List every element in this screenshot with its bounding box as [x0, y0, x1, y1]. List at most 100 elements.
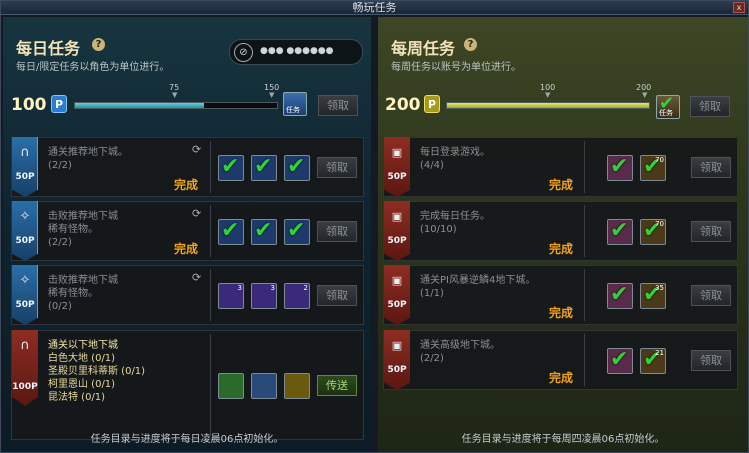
- check-icon: ✔: [610, 347, 629, 372]
- reward-item-icon[interactable]: ✔ 35: [640, 282, 666, 309]
- teleport-button[interactable]: 传送: [317, 375, 357, 396]
- quest-progress: 昆法特 (0/1): [48, 392, 106, 403]
- quest-banner: ▣ 50P: [384, 265, 410, 325]
- daily-help-icon[interactable]: ?: [92, 38, 105, 51]
- daily-mark-150-arrow: ▼: [269, 91, 275, 99]
- reward-item-icon[interactable]: ✔: [607, 347, 633, 374]
- quest-points: 50P: [15, 300, 35, 310]
- quest-points: 50P: [15, 236, 35, 246]
- daily-quest-panel: 每日任务 ? 每日/限定任务以角色为单位进行。 ⊘ ●●● ●●●●●● 100…: [3, 17, 371, 452]
- check-icon: ✔: [610, 282, 629, 307]
- dungeon-icon: ✧: [19, 273, 31, 288]
- reward-item-icon[interactable]: ✔: [218, 154, 244, 181]
- reward-item-icon[interactable]: ✔: [251, 154, 277, 181]
- quest-points: 50P: [387, 365, 407, 375]
- quest-banner: ∩ 100P: [12, 330, 38, 406]
- reward-count: 2: [303, 284, 308, 292]
- window-title: 畅玩任务: [352, 1, 397, 14]
- lock-icon: ⊘: [234, 43, 253, 62]
- reward-count: 70: [655, 220, 664, 228]
- reward-item-icon[interactable]: ✔: [607, 282, 633, 309]
- quest-progress: (2/2): [420, 353, 444, 364]
- reward-item-icon[interactable]: ✔ 70: [640, 154, 666, 181]
- calendar-icon: ▣: [391, 274, 403, 287]
- quest-title: 击败推荐地下城: [48, 211, 118, 222]
- reward-count: 35: [655, 284, 664, 292]
- reward-count: 21: [655, 349, 664, 357]
- daily-points: 100: [11, 95, 47, 115]
- weekly-quest-panel: 每周任务 ? 每周任务以账号为单位进行。 200 P 100 ▼ 200 ▼ ✔…: [378, 17, 748, 452]
- reward-item-icon[interactable]: ✔ 70: [640, 218, 666, 245]
- quest-claim-button[interactable]: 领取: [691, 157, 731, 178]
- quest-title: 击败推荐地下城: [48, 275, 118, 286]
- reward-item-icon[interactable]: ✔: [284, 218, 310, 245]
- daily-quest-card: ✧ 50P 击败推荐地下城 稀有怪物。 (0/2) ⟳ 3 3 2 领取: [11, 265, 364, 325]
- quest-claim-button[interactable]: 领取: [691, 221, 731, 242]
- quest-points: 50P: [387, 236, 407, 246]
- daily-points-badge: P: [51, 95, 67, 113]
- weekly-points: 200: [385, 95, 421, 115]
- quest-title: 每日登录游戏。: [420, 147, 490, 158]
- reward-item-icon[interactable]: ✔: [607, 218, 633, 245]
- scroll-icon[interactable]: 2: [284, 283, 310, 309]
- reward-item-icon[interactable]: ✔: [218, 218, 244, 245]
- calendar-icon: ▣: [391, 210, 403, 223]
- weekly-progress-fill: [447, 103, 649, 108]
- weekly-footer: 任务目录与进度将于每周四凌晨06点初始化。: [461, 434, 665, 445]
- secure-password-box[interactable]: ⊘ ●●● ●●●●●●: [229, 39, 363, 65]
- reward-count: 3: [237, 284, 242, 292]
- quest-progress: 柯里恩山 (0/1): [48, 379, 116, 390]
- quest-progress: (10/10): [420, 224, 457, 235]
- weekly-help-icon[interactable]: ?: [464, 38, 477, 51]
- reward-item-icon[interactable]: ✔ 21: [640, 347, 666, 374]
- daily-mark-75-arrow: ▼: [172, 91, 178, 99]
- quest-progress: (0/2): [48, 301, 72, 312]
- quest-window: 畅玩任务 x 每日任务 ? 每日/限定任务以角色为单位进行。 ⊘ ●●● ●●●…: [0, 0, 749, 453]
- weekly-quest-card: ▣ 50P 通关PI风暴逆鳞4地下城。 (1/1) 完成 ✔ ✔ 35 领取: [383, 265, 738, 325]
- potion-icon[interactable]: 3: [218, 283, 244, 309]
- dungeon-icon: ∩: [20, 338, 30, 353]
- close-button[interactable]: x: [733, 2, 745, 13]
- refresh-icon[interactable]: ⟳: [192, 143, 201, 156]
- weekly-chest-icon[interactable]: ✔ 任务: [656, 93, 680, 119]
- refresh-icon[interactable]: ⟳: [192, 271, 201, 284]
- quest-banner: ✧ 50P: [12, 265, 38, 325]
- check-icon: ✔: [610, 218, 629, 243]
- daily-claim-button[interactable]: 领取: [318, 95, 358, 116]
- weekly-mark-200-arrow: ▼: [642, 91, 648, 99]
- quest-complete-label: 完成: [174, 242, 199, 256]
- quest-complete-label: 完成: [549, 178, 574, 192]
- quest-claim-button[interactable]: 领取: [317, 221, 357, 242]
- check-icon: ✔: [254, 154, 273, 179]
- card-divider: [584, 334, 585, 386]
- quest-complete-label: 完成: [549, 371, 574, 385]
- refresh-icon[interactable]: ⟳: [192, 207, 201, 220]
- reward-item-icon[interactable]: ✔: [284, 154, 310, 181]
- reward-item-icon[interactable]: ✔: [251, 218, 277, 245]
- quest-claim-button[interactable]: 领取: [317, 157, 357, 178]
- quest-complete-label: 完成: [174, 178, 199, 192]
- quest-progress: 稀有怪物。: [48, 288, 98, 299]
- daily-title: 每日任务: [16, 39, 81, 58]
- crystal-icon[interactable]: [251, 373, 277, 399]
- quest-title: 通关PI风暴逆鳞4地下城。: [420, 275, 536, 286]
- bottle-icon[interactable]: [218, 373, 244, 399]
- quest-banner: ∩ 50P: [12, 137, 38, 197]
- daily-chest-icon[interactable]: 任务: [283, 92, 307, 116]
- daily-chest-label: 任务: [286, 106, 300, 114]
- quest-title: 通关以下地下城: [48, 340, 118, 351]
- quest-claim-button[interactable]: 领取: [691, 350, 731, 371]
- box-icon[interactable]: [284, 373, 310, 399]
- window-titlebar[interactable]: 畅玩任务 x: [1, 1, 748, 15]
- quest-complete-label: 完成: [549, 306, 574, 320]
- quest-claim-button[interactable]: 领取: [317, 285, 357, 306]
- reward-item-icon[interactable]: ✔: [607, 154, 633, 181]
- check-icon: ✔: [221, 154, 240, 179]
- check-icon: ✔: [287, 154, 306, 179]
- potion-icon[interactable]: 3: [251, 283, 277, 309]
- card-divider: [584, 205, 585, 257]
- card-divider: [210, 205, 211, 257]
- weekly-claim-button[interactable]: 领取: [690, 96, 730, 117]
- quest-claim-button[interactable]: 领取: [691, 285, 731, 306]
- calendar-icon: ▣: [391, 146, 403, 159]
